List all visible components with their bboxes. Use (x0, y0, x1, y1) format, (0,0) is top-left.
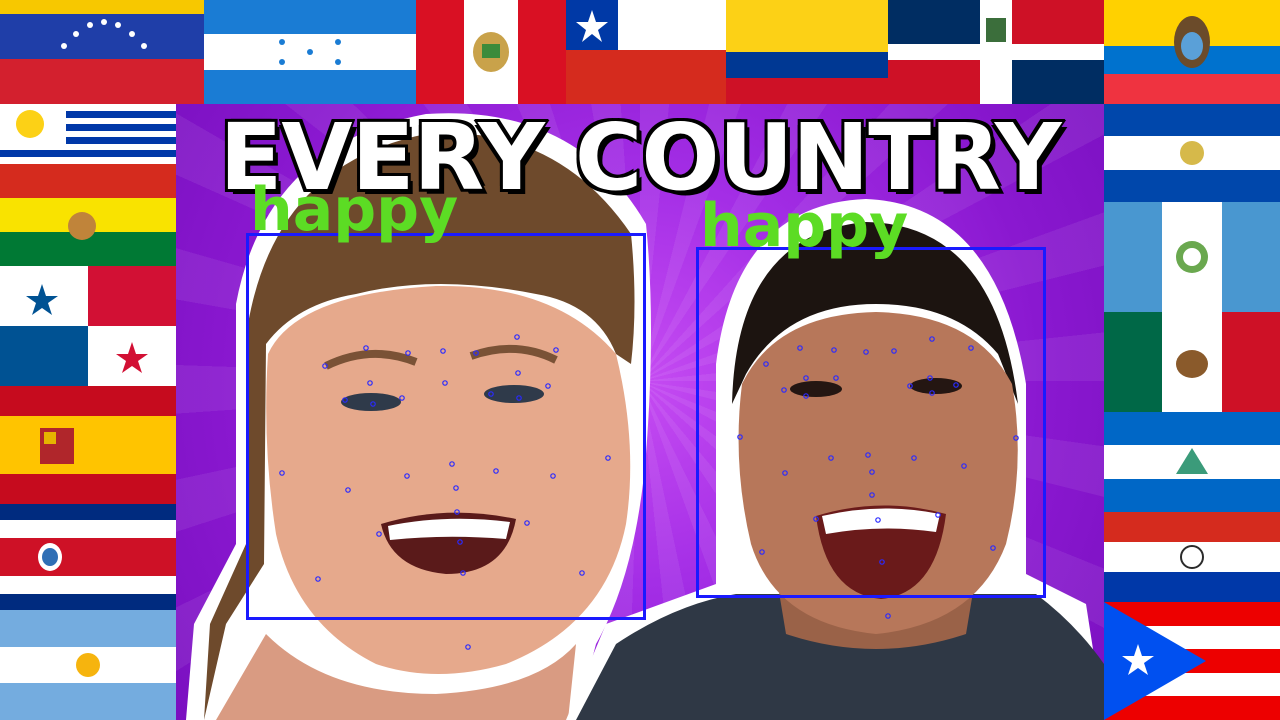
colombia-flag (726, 0, 888, 104)
thumbnail-frame: EVERY COUNTRY happy happy (0, 0, 1280, 720)
mexico-flag (1104, 312, 1280, 412)
dominican-republic-flag (888, 0, 1104, 104)
el-salvador-flag (1104, 104, 1280, 202)
uruguay-flag (0, 104, 176, 164)
nicaragua-flag (1104, 412, 1280, 512)
guatemala-flag (1104, 202, 1280, 312)
peru-flag (416, 0, 566, 104)
spain-flag (0, 386, 176, 504)
panama-flag (0, 266, 176, 386)
bolivia-flag (0, 164, 176, 266)
puerto-rico-flag (1104, 602, 1280, 720)
chile-flag (566, 0, 726, 104)
face-detection-box-right (696, 247, 1046, 598)
face-detection-box-left (246, 233, 646, 620)
paraguay-flag (1104, 512, 1280, 602)
emotion-label-right: happy (700, 191, 909, 261)
costa-rica-flag (0, 504, 176, 610)
emotion-label-left: happy (250, 175, 459, 245)
honduras-flag (204, 0, 416, 104)
venezuela-flag (0, 0, 204, 104)
argentina-flag (0, 610, 176, 720)
ecuador-flag (1104, 0, 1280, 104)
